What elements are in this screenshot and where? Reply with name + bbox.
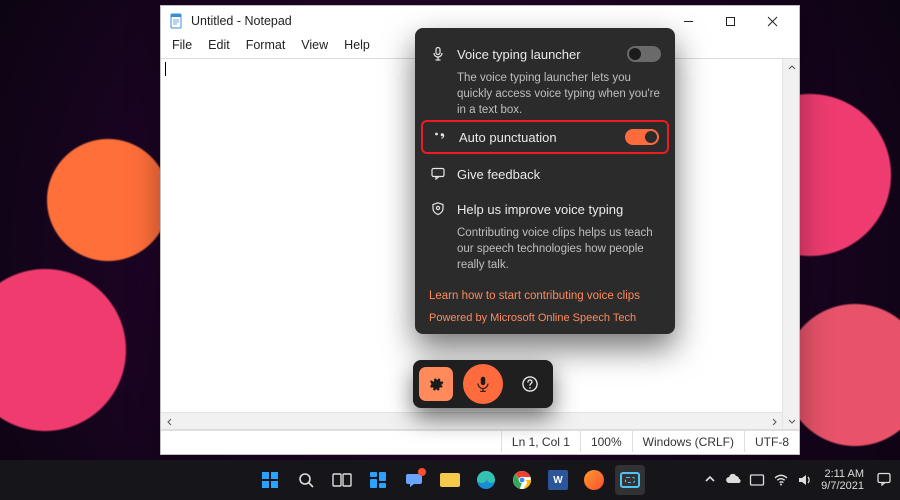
voice-help-button[interactable]	[513, 367, 547, 401]
statusbar: Ln 1, Col 1 100% Windows (CRLF) UTF-8	[161, 430, 799, 452]
voice-launcher-desc: The voice typing launcher lets you quick…	[415, 70, 675, 120]
desktop: Untitled - Notepad File Edit Format View…	[0, 0, 900, 500]
taskbar: W 2:11 AM 9/7/2021	[0, 460, 900, 500]
system-tray: 2:11 AM 9/7/2021	[703, 468, 892, 492]
auto-punctuation-toggle[interactable]	[625, 129, 659, 145]
shield-icon	[429, 200, 447, 218]
taskbar-center: W	[255, 465, 645, 495]
status-eol: Windows (CRLF)	[632, 431, 744, 452]
menu-help[interactable]: Help	[337, 36, 377, 54]
voice-typing-dock	[413, 360, 553, 408]
wifi-icon[interactable]	[773, 472, 789, 488]
clock[interactable]: 2:11 AM 9/7/2021	[821, 468, 864, 492]
improve-row: Help us improve voice typing	[415, 190, 675, 225]
voice-launcher-row: Voice typing launcher	[415, 38, 675, 70]
chat-button[interactable]	[399, 465, 429, 495]
edge-button[interactable]	[471, 465, 501, 495]
word-icon: W	[548, 470, 568, 490]
clock-time: 2:11 AM	[821, 468, 864, 480]
tray-overflow-button[interactable]	[703, 472, 717, 489]
improve-desc: Contributing voice clips helps us teach …	[415, 225, 675, 283]
widgets-button[interactable]	[363, 465, 393, 495]
onedrive-icon[interactable]	[725, 472, 741, 488]
auto-punctuation-row: Auto punctuation	[421, 120, 669, 154]
improve-label: Help us improve voice typing	[457, 202, 661, 217]
scroll-up-icon[interactable]	[783, 59, 799, 76]
notification-center-button[interactable]	[876, 471, 892, 490]
notification-badge-icon	[418, 468, 426, 476]
chrome-button[interactable]	[507, 465, 537, 495]
clock-date: 9/7/2021	[821, 480, 864, 492]
text-caret	[165, 62, 166, 76]
powered-by-text: Powered by Microsoft Online Speech Tech	[415, 306, 675, 326]
give-feedback-label: Give feedback	[457, 167, 661, 182]
snipping-tool-button[interactable]	[615, 465, 645, 495]
vertical-scrollbar[interactable]	[782, 59, 799, 429]
scroll-down-icon[interactable]	[783, 412, 799, 429]
input-indicator-icon[interactable]	[749, 472, 765, 488]
start-button[interactable]	[255, 465, 285, 495]
status-zoom: 100%	[580, 431, 632, 452]
menu-edit[interactable]: Edit	[201, 36, 237, 54]
give-feedback-row[interactable]: Give feedback	[415, 158, 675, 190]
voice-mic-button[interactable]	[463, 364, 503, 404]
horizontal-scrollbar[interactable]	[161, 412, 782, 429]
status-lncol: Ln 1, Col 1	[501, 431, 580, 452]
word-button[interactable]: W	[543, 465, 573, 495]
snip-icon	[620, 472, 640, 488]
close-button[interactable]	[751, 7, 793, 35]
auto-punctuation-label: Auto punctuation	[459, 130, 615, 145]
menu-file[interactable]: File	[165, 36, 199, 54]
scroll-left-icon[interactable]	[161, 413, 178, 430]
feedback-icon	[429, 165, 447, 183]
microphone-icon	[429, 45, 447, 63]
menu-format[interactable]: Format	[239, 36, 293, 54]
voice-launcher-toggle[interactable]	[627, 46, 661, 62]
voice-settings-button[interactable]	[419, 367, 453, 401]
voice-typing-panel: Voice typing launcher The voice typing l…	[415, 28, 675, 334]
firefox-button[interactable]	[579, 465, 609, 495]
volume-icon[interactable]	[797, 472, 813, 488]
voice-launcher-label: Voice typing launcher	[457, 47, 617, 62]
punctuation-icon	[431, 128, 449, 146]
firefox-icon	[584, 470, 604, 490]
learn-contribute-link[interactable]: Learn how to start contributing voice cl…	[415, 284, 675, 306]
folder-icon	[440, 473, 460, 487]
file-explorer-button[interactable]	[435, 465, 465, 495]
window-title: Untitled - Notepad	[191, 14, 292, 28]
status-encoding: UTF-8	[744, 431, 799, 452]
menu-view[interactable]: View	[294, 36, 335, 54]
scroll-right-icon[interactable]	[765, 413, 782, 430]
notepad-icon	[169, 13, 185, 29]
search-button[interactable]	[291, 465, 321, 495]
task-view-button[interactable]	[327, 465, 357, 495]
maximize-button[interactable]	[709, 7, 751, 35]
